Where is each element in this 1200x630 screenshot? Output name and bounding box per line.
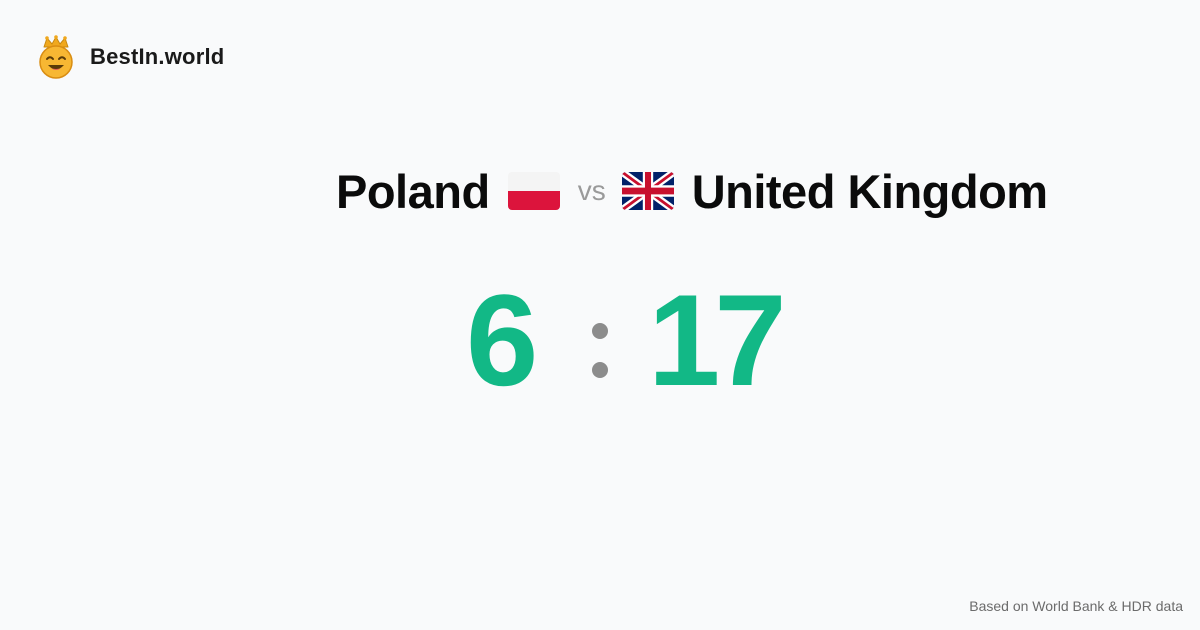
brand-name: BestIn.world (90, 44, 225, 69)
score-left: 6 (466, 267, 539, 413)
source-note: Based on World Bank & HDR data (969, 598, 1183, 614)
vs-label: vs (577, 175, 606, 206)
left-country-name: Poland (336, 164, 490, 218)
matchup-title: Poland vs United Kingdom (336, 160, 1048, 222)
poland-flag-icon (507, 172, 560, 210)
brand[interactable]: BestIn.world (38, 35, 224, 79)
score: 6 17 (0, 270, 1200, 410)
crown-smiley-icon (39, 35, 73, 79)
uk-flag-icon (621, 172, 674, 210)
right-country-name: United Kingdom (691, 164, 1048, 218)
score-right: 17 (648, 267, 787, 413)
score-separator-icon (592, 323, 608, 378)
